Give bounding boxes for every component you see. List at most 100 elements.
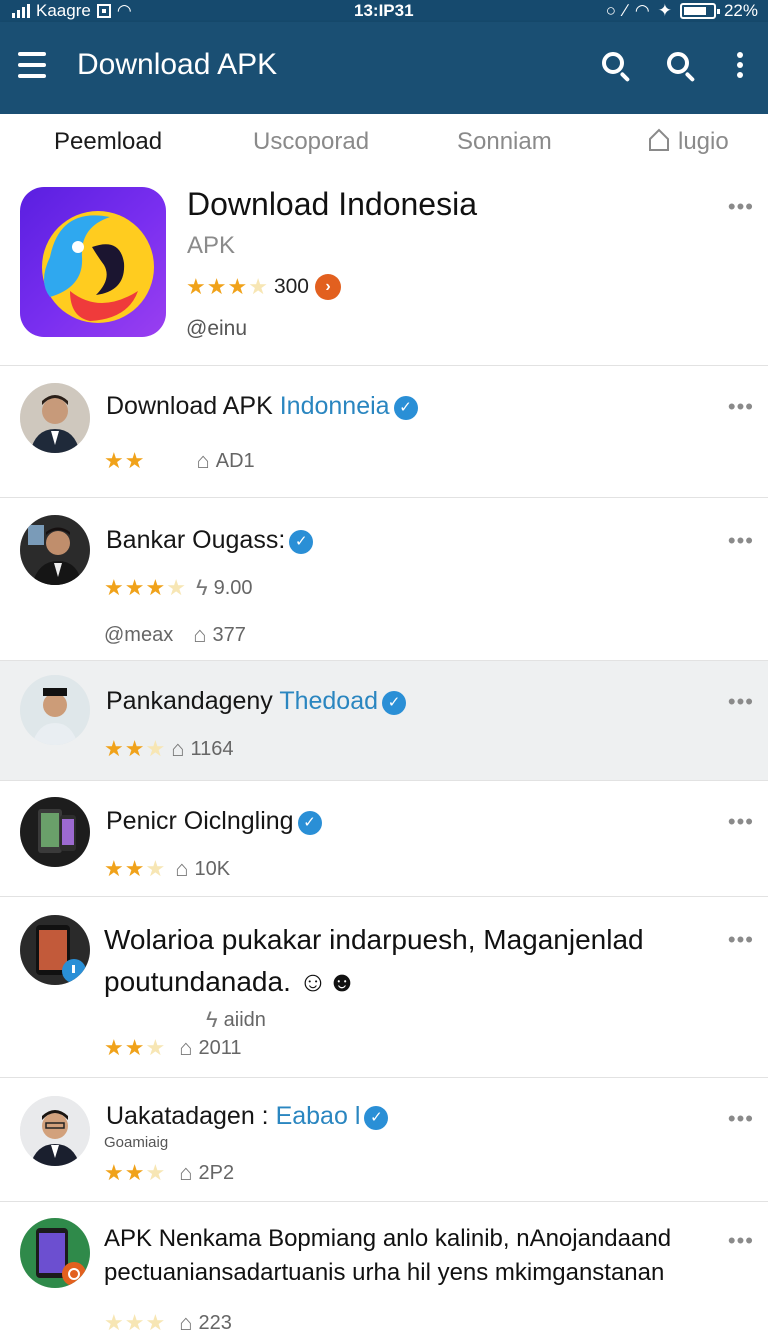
avatar [20,915,90,985]
tab-bar: Peemload Uscoporad Sonniam lugio [0,114,768,172]
rating-stars: ★ ★ ★ [104,1035,166,1060]
featured-app-card[interactable]: Download Indonesia APK ★ ★ ★ ★ 300 › @einu … [0,172,768,366]
list-item[interactable]: Bankar Ougass: ✓ ★ ★ ★ ★ ϟ 9.00 @meax ⌂ 377 … [0,498,768,661]
rating-stars: ★ ★ ★ [104,1160,166,1185]
home-icon [649,128,669,151]
tab-lugio-label: lugio [678,128,729,155]
battery-level: 22% [723,1,758,20]
battery-icon [679,3,720,19]
item-stat-a: aiidn [223,1008,266,1031]
overflow-menu-button[interactable] [730,52,750,80]
thumbs-up-icon[interactable]: ⌂ [175,856,188,882]
list-item[interactable]: APK Nenkama Bopmiang anlo kalinib, nAnoj… [0,1202,768,1344]
app-logo-icon [20,187,166,337]
item-meta: ★ ★ ★ ⌂ 2011 [104,1035,242,1061]
list-item[interactable]: Uakatadagen : Eabao l ✓ Goamiaig ★ ★ ★ ⌂ 2P… [0,1078,768,1202]
more-options-icon[interactable]: ••• [728,691,754,713]
item-stat: 10K [194,857,231,880]
item-meta: ★ ★ ⌂ AD1 [104,448,255,474]
item-meta-top: ϟ aiidn [206,1007,266,1033]
tab-uscoporad[interactable]: Uscoporad [253,128,369,156]
menu-button[interactable] [18,52,46,78]
item-title: Wolarioa pukakar indarpuesh, Maganjenlad… [104,919,724,1003]
nfc-icon: ∕ [624,1,627,20]
avatar [20,797,90,867]
search-icon [602,52,624,74]
sim-icon [96,4,111,18]
item-title: Bankar Ougass: ✓ [106,526,314,555]
item-title-text: Bankar Ougass: [106,526,286,554]
item-meta-secondary: @meax ⌂ 377 [104,622,246,648]
verified-icon: ✓ [364,1106,389,1130]
thumbs-up-icon[interactable]: ⌂ [193,622,206,648]
rating-count: 300 [273,275,309,298]
bluetooth-icon: ✦ [657,1,672,20]
tab-sonniam[interactable]: Sonniam [457,128,552,156]
thumbs-up-icon[interactable]: ⌂ [171,736,184,762]
more-options-icon[interactable]: ••• [728,196,754,218]
more-options-icon[interactable]: ••• [728,929,754,951]
item-stat: 2P2 [198,1161,235,1184]
list-item-selected[interactable]: Pankandageny Thedoad ✓ ★ ★ ★ ⌂ 1164 ••• [0,661,768,781]
avatar [20,675,90,745]
item-title: Pankandageny Thedoad ✓ [106,687,407,716]
wifi-icon: ◠ [116,1,132,20]
rating-stars: ★ ★ ★ [104,1310,166,1335]
more-options-icon[interactable]: ••• [728,530,754,552]
flash-icon: ϟ [195,575,208,600]
thumbs-up-icon[interactable]: ⌂ [196,448,209,474]
status-right: ○ ∕ ◠ ✦ 22% [606,0,758,22]
item-title: APK Nenkama Bopmiang anlo kalinib, nAnoj… [104,1225,672,1286]
item-stat: 223 [198,1311,232,1334]
item-handle[interactable]: @meax [104,624,173,647]
item-stat-b: 377 [212,623,246,646]
app-bar: Download APK [0,22,768,114]
verified-icon: ✓ [297,811,322,835]
item-title-text: Download APK [106,392,273,420]
avatar [20,1218,90,1288]
item-meta: ★ ★ ★ ⌂ 2P2 [104,1160,234,1186]
list-item[interactable]: Penicr Oiclngling ✓ ★ ★ ★ ⌂ 10K ••• [0,781,768,897]
item-title-text: Wolarioa pukakar indarpuesh, Maganjenlad… [104,924,644,997]
avatar [20,515,90,585]
verified-icon: ✓ [393,396,418,420]
item-meta: ★ ★ ★ ★ ϟ 9.00 [104,575,253,601]
more-options-icon[interactable]: ••• [728,811,754,833]
thumbs-up-icon[interactable]: ⌂ [179,1160,192,1186]
avatar [20,383,90,453]
rating-stars: ★ ★ [104,448,145,473]
rating-stars: ★ ★ ★ ★ [104,575,186,600]
item-subtitle: Goamiaig [104,1134,169,1151]
rating-stars: ★ ★ ★ [104,736,166,761]
search-icon [667,52,689,74]
item-stat-b: 2011 [198,1036,242,1059]
item-title-accent[interactable]: Thedoad [279,687,378,715]
status-bar: Kaagre ◠ 13:IP31 ○ ∕ ◠ ✦ 22% [0,0,768,22]
verified-icon: ✓ [382,691,407,715]
app-developer: @einu [186,317,248,340]
item-title-accent[interactable]: Eabao l [276,1102,361,1130]
rating-stars: ★ ★ ★ ★ [186,274,268,299]
item-title-accent[interactable]: Indonneia [280,392,390,420]
rating-stars: ★ ★ ★ [104,856,166,881]
app-name: Download Indonesia [187,186,477,222]
status-time: 13:IP31 [354,1,414,20]
thumbs-up-icon[interactable]: ⌂ [179,1310,192,1336]
search-button[interactable] [600,50,634,84]
list-item[interactable]: Wolarioa pukakar indarpuesh, Maganjenlad… [0,897,768,1078]
signal-icon [12,4,30,18]
tab-lugio[interactable]: lugio [648,128,729,156]
more-options-icon[interactable]: ••• [728,1230,754,1252]
list-item[interactable]: Download APK Indonneia ✓ ★ ★ ⌂ AD1 ••• [0,366,768,498]
search-button-secondary[interactable] [665,50,699,84]
tab-peemload[interactable]: Peemload [54,128,162,156]
arrow-right-icon[interactable]: › [314,274,341,300]
item-stat: 1164 [190,737,234,760]
item-meta: ★ ★ ★ ⌂ 1164 [104,736,234,762]
alarm-icon: ○ [605,1,617,20]
more-options-icon[interactable]: ••• [728,396,754,418]
thumbs-up-icon[interactable]: ⌂ [179,1035,192,1061]
verified-icon: ✓ [289,530,314,554]
more-options-icon[interactable]: ••• [728,1108,754,1130]
app-bar-title: Download APK [77,48,278,81]
